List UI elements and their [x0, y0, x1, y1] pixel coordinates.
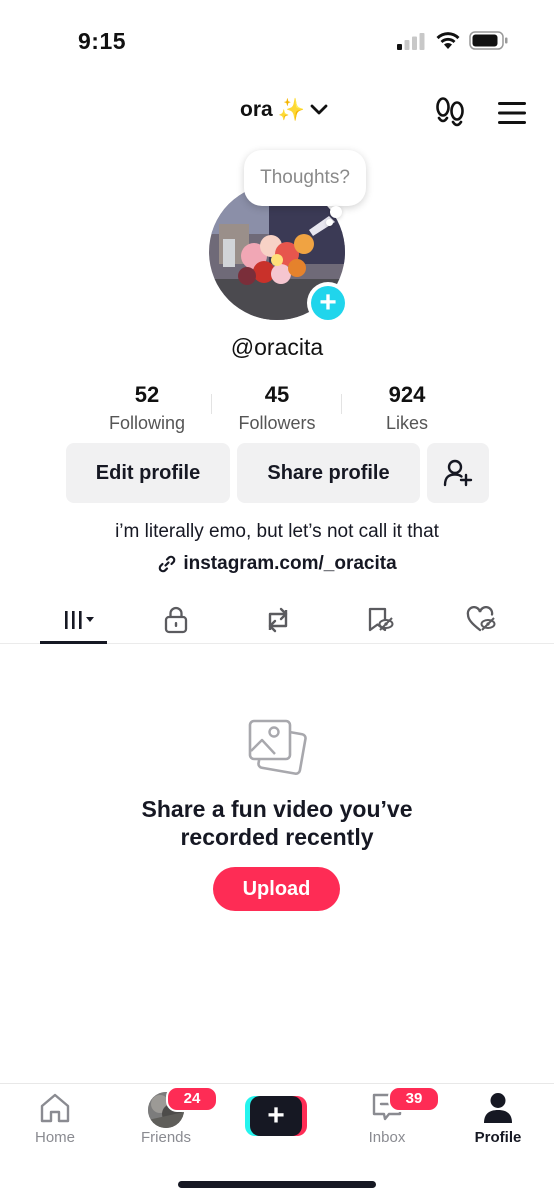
stat-following[interactable]: 52 Following: [82, 380, 212, 440]
inbox-badge: 39: [388, 1086, 440, 1112]
profile-link[interactable]: instagram.com/_oracita: [0, 553, 554, 575]
nav-friends-label: Friends: [140, 1129, 192, 1146]
nav-profile-label: Profile: [474, 1129, 522, 1146]
link-icon: [159, 555, 176, 573]
profile-icon: [484, 1093, 512, 1123]
home-indicator: [178, 1181, 376, 1188]
following-label: Following: [108, 413, 186, 433]
cellular-signal-icon: [397, 33, 425, 50]
add-friends-button[interactable]: [427, 443, 489, 503]
active-tab-indicator: [40, 641, 107, 644]
nav-friends[interactable]: Friends 24: [116, 1084, 218, 1154]
empty-title-line2: recorded recently: [180, 824, 374, 850]
nav-inbox[interactable]: Inbox 39: [337, 1084, 440, 1154]
followers-count: 45: [264, 382, 290, 407]
share-profile-button[interactable]: Share profile: [237, 443, 420, 503]
sparkles-emoji: ✨: [277, 97, 306, 122]
account-switcher[interactable]: ora ✨: [240, 98, 328, 122]
hamburger-menu-icon[interactable]: [497, 98, 527, 128]
following-count: 52: [134, 382, 160, 407]
edit-profile-button[interactable]: Edit profile: [66, 443, 230, 503]
profile-handle: @oracita: [230, 334, 324, 360]
nav-inbox-label: Inbox: [368, 1129, 406, 1146]
empty-state-title: Share a fun video you’ve recorded recent…: [0, 795, 554, 851]
tab-videos[interactable]: [40, 596, 107, 644]
likes-count: 924: [388, 382, 426, 407]
lock-icon: [164, 606, 187, 634]
followers-label: Followers: [238, 413, 316, 433]
tab-liked[interactable]: [448, 596, 515, 644]
header-username: ora: [240, 98, 273, 121]
thoughts-bubble[interactable]: Thoughts?: [244, 150, 366, 206]
plus-icon: +: [311, 286, 345, 320]
tab-reposts[interactable]: [244, 596, 311, 644]
status-time: 9:15: [78, 28, 127, 54]
plus-icon: +: [250, 1096, 302, 1136]
wifi-icon: [436, 32, 460, 49]
content-tabs: [0, 596, 554, 644]
bookmark-hidden-icon: [368, 607, 393, 632]
likes-label: Likes: [385, 413, 429, 433]
grid-icon: [64, 611, 94, 629]
create-button[interactable]: +: [245, 1096, 307, 1136]
upload-button[interactable]: Upload: [213, 867, 340, 911]
profile-stats: 52 Following 45 Followers 924 Likes: [82, 380, 472, 440]
home-icon: [40, 1093, 70, 1123]
thought-bubble-tail-small: [326, 219, 333, 226]
profile-link-text: instagram.com/_oracita: [183, 553, 397, 574]
nav-profile[interactable]: Profile: [448, 1084, 548, 1154]
friends-badge: 24: [166, 1086, 218, 1112]
stat-followers[interactable]: 45 Followers: [212, 380, 342, 440]
nav-home-label: Home: [34, 1129, 75, 1146]
nav-home[interactable]: Home: [5, 1084, 105, 1154]
tab-favorites[interactable]: [346, 596, 413, 644]
profile-bio: i’m literally emo, but let’s not call it…: [115, 521, 439, 542]
add-story-button[interactable]: +: [307, 282, 349, 324]
footprints-icon[interactable]: [434, 96, 466, 130]
profile-header: ora ✨: [0, 92, 554, 136]
stat-likes[interactable]: 924 Likes: [342, 380, 472, 440]
add-person-icon: [443, 459, 473, 487]
empty-title-line1: Share a fun video you’ve: [141, 796, 413, 822]
repost-icon: [268, 607, 287, 633]
photos-icon: [248, 719, 307, 776]
status-bar: 9:15: [0, 0, 554, 80]
thought-bubble-tail: [330, 206, 342, 218]
battery-icon: [469, 31, 508, 50]
heart-hidden-icon: [466, 606, 495, 632]
chevron-down-icon: [310, 104, 328, 115]
tab-private[interactable]: [142, 596, 209, 644]
